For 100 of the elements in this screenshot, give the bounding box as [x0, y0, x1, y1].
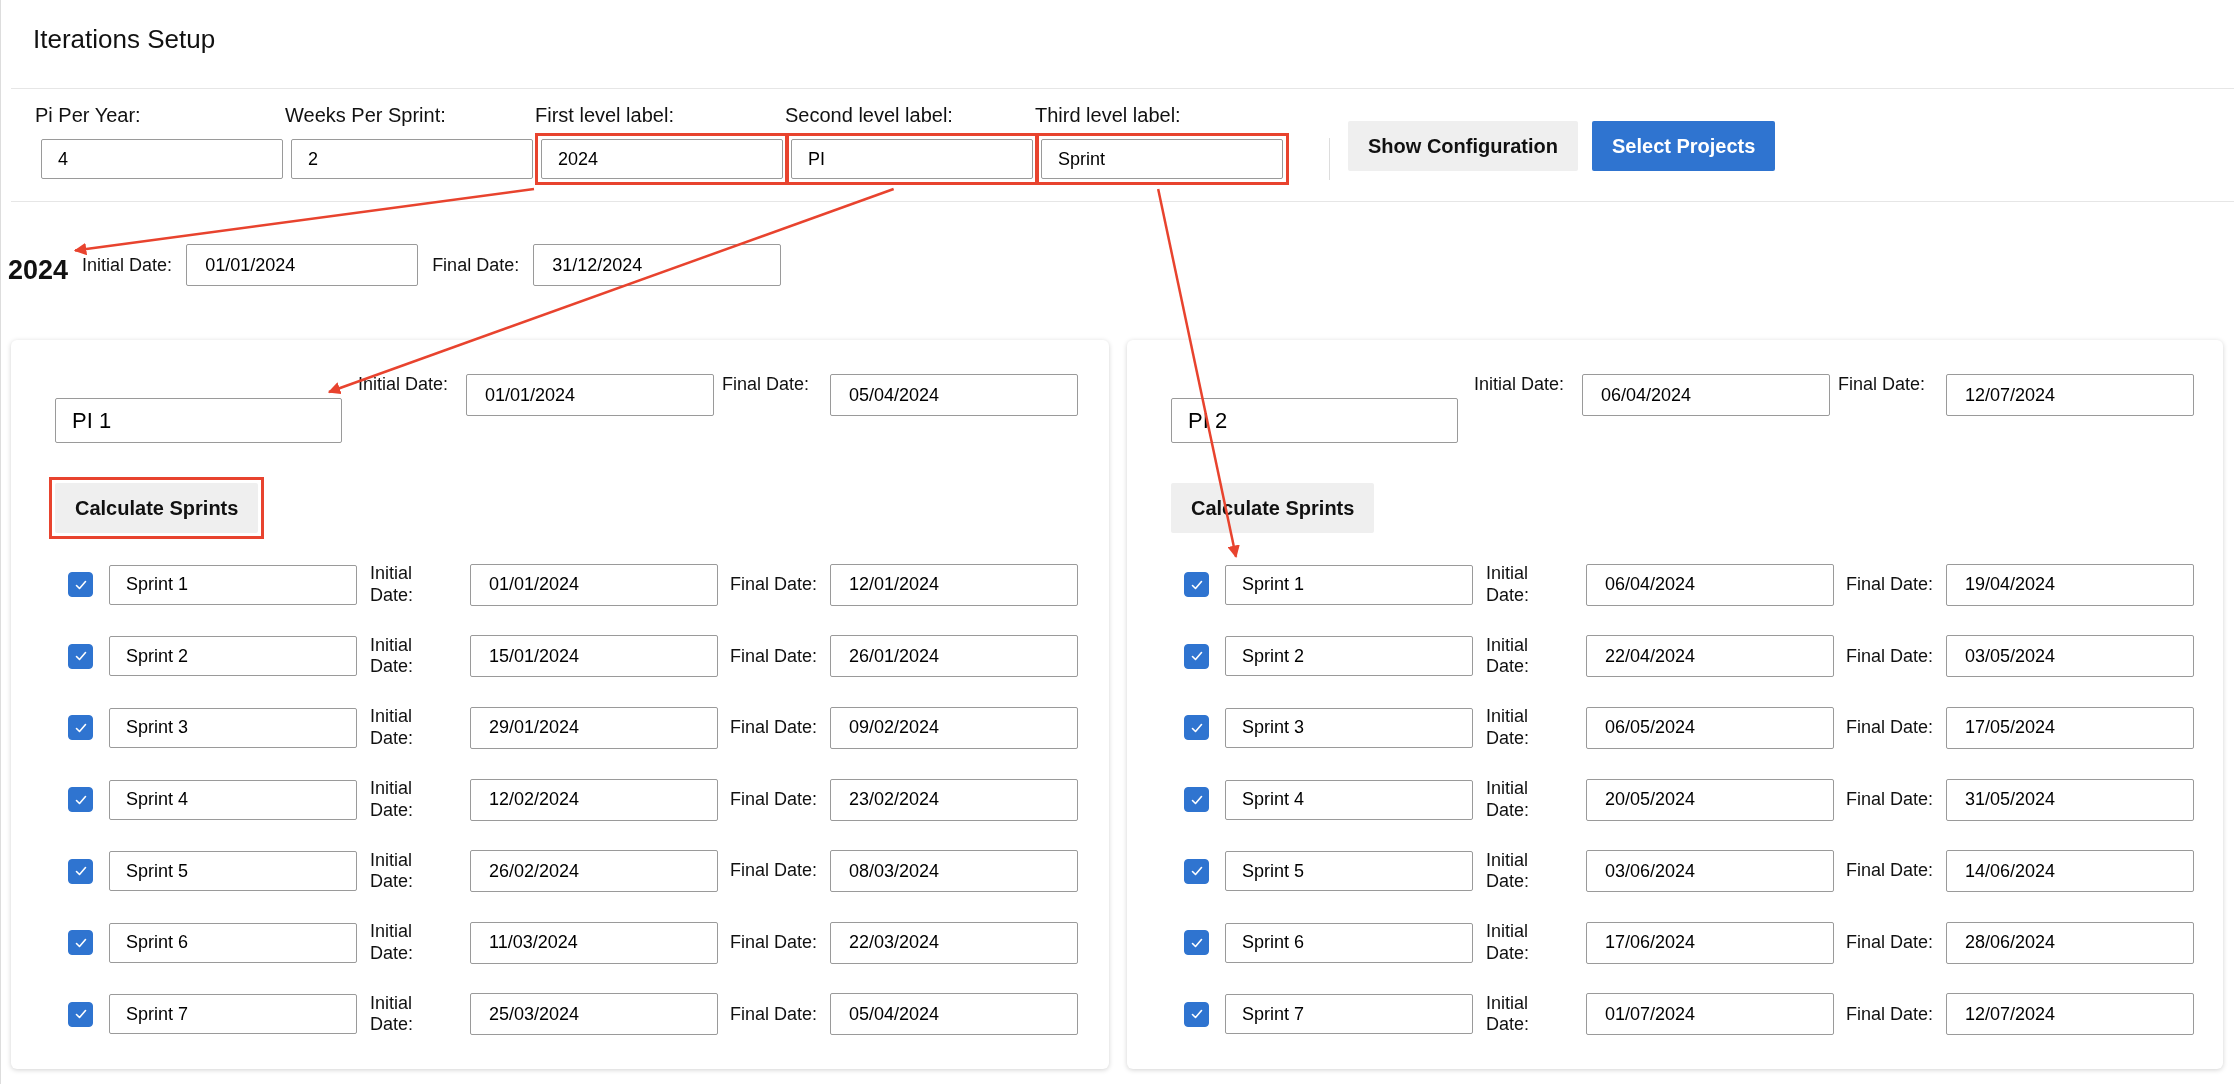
checkbox[interactable] [68, 643, 93, 669]
date-field[interactable]: 06/04/2024 [1582, 374, 1830, 416]
date-field[interactable]: 06/05/2024 [1586, 707, 1834, 749]
field-label: Weeks Per Sprint: [285, 104, 447, 127]
name-field[interactable]: Sprint 1 [1225, 564, 1473, 605]
date-field[interactable]: 12/01/2024 [830, 563, 1078, 606]
field-label: Initial Date: [370, 992, 415, 1036]
date-field[interactable]: 08/03/2024 [830, 850, 1078, 893]
field-label: Initial Date: [1486, 992, 1531, 1036]
name-field[interactable]: Sprint 4 [109, 779, 357, 820]
checkbox[interactable] [1184, 787, 1209, 813]
checkbox[interactable] [1184, 572, 1209, 598]
field-label: Final Date: [730, 645, 819, 668]
field-label: Initial Date: [370, 849, 415, 893]
field-label: Initial Date: [370, 921, 415, 965]
date-field[interactable]: 03/05/2024 [1946, 635, 2194, 678]
checkbox[interactable] [68, 572, 93, 598]
field-label: Final Date: [730, 717, 819, 739]
field-label: Second level label: [785, 104, 954, 127]
checkbox[interactable] [1184, 715, 1209, 741]
field-label: Final Date: [432, 254, 520, 276]
text-field[interactable]: 2 [291, 139, 533, 179]
checkbox[interactable] [1184, 1001, 1209, 1027]
date-field[interactable]: 23/02/2024 [830, 778, 1078, 821]
field-label: Final Date: [1846, 860, 1935, 882]
date-field[interactable]: 05/04/2024 [830, 993, 1078, 1036]
date-field[interactable]: 19/04/2024 [1946, 563, 2194, 606]
name-field[interactable]: Sprint 7 [109, 994, 357, 1035]
field-label: First level label: [535, 104, 675, 127]
name-field[interactable]: Sprint 6 [109, 922, 357, 963]
date-field[interactable]: 26/01/2024 [830, 635, 1078, 678]
date-field[interactable]: 29/01/2024 [470, 707, 718, 749]
date-field[interactable]: 01/01/2024 [470, 563, 718, 606]
name-field[interactable]: Sprint 6 [1225, 922, 1473, 963]
name-field[interactable]: Sprint 5 [109, 851, 357, 892]
name-field[interactable]: Sprint 1 [109, 564, 357, 605]
date-field[interactable]: 12/02/2024 [470, 778, 718, 821]
field-label: Initial Date: [1486, 849, 1531, 893]
field-label: Final Date: [730, 860, 819, 882]
checkbox[interactable] [68, 787, 93, 813]
date-field[interactable]: 15/01/2024 [470, 635, 718, 678]
date-field[interactable]: 01/01/2024 [186, 244, 419, 286]
date-field[interactable]: 12/07/2024 [1946, 993, 2194, 1036]
name-field[interactable]: Sprint 2 [1225, 636, 1473, 677]
name-field[interactable]: Sprint 3 [109, 708, 357, 748]
field-label: Final Date: [1846, 645, 1935, 668]
field-label: Initial Date: [370, 778, 415, 822]
name-field[interactable]: Sprint 7 [1225, 994, 1473, 1035]
field-label: Final Date: [730, 574, 819, 596]
field-label: Initial Date: [82, 254, 173, 276]
field-label: Initial Date: [370, 634, 415, 678]
checkbox[interactable] [68, 930, 93, 956]
date-field[interactable]: 22/04/2024 [1586, 635, 1834, 678]
field-label: Final Date: [1846, 1003, 1935, 1026]
date-field[interactable]: 09/02/2024 [830, 707, 1078, 749]
name-field[interactable]: Sprint 3 [1225, 708, 1473, 748]
text-field[interactable]: 2024 [541, 139, 783, 179]
date-field[interactable]: 22/03/2024 [830, 921, 1078, 964]
checkbox[interactable] [68, 1001, 93, 1027]
checkbox[interactable] [1184, 930, 1209, 956]
date-field[interactable]: 28/06/2024 [1946, 921, 2194, 964]
date-field[interactable]: 06/04/2024 [1586, 563, 1834, 606]
date-field[interactable]: 01/07/2024 [1586, 993, 1834, 1036]
checkbox[interactable] [68, 715, 93, 741]
date-field[interactable]: 17/05/2024 [1946, 707, 2194, 749]
date-field[interactable]: 25/03/2024 [470, 993, 718, 1036]
field-label: Initial Date: [1486, 634, 1531, 678]
year-heading: 2024 [8, 254, 69, 286]
name-field[interactable]: Sprint 4 [1225, 779, 1473, 820]
name-field[interactable]: PI 1 [55, 398, 342, 443]
checkbox[interactable] [1184, 858, 1209, 884]
field-label: Final Date: [730, 1003, 819, 1026]
date-field[interactable]: 26/02/2024 [470, 850, 718, 893]
page-title: Iterations Setup [11, 0, 2234, 89]
field-label: Final Date: [1846, 788, 1935, 811]
text-field[interactable]: Sprint [1041, 139, 1283, 179]
select-projects-button[interactable]: Select Projects [1592, 121, 1776, 171]
date-field[interactable]: 12/07/2024 [1946, 374, 2194, 416]
text-field[interactable]: 4 [41, 139, 283, 179]
date-field[interactable]: 31/12/2024 [533, 244, 782, 286]
date-field[interactable]: 05/04/2024 [830, 374, 1078, 416]
field-label: Pi Per Year: [35, 104, 142, 127]
date-field[interactable]: 14/06/2024 [1946, 850, 2194, 893]
calculate-sprints-button[interactable]: Calculate Sprints [55, 483, 259, 533]
name-field[interactable]: Sprint 2 [109, 636, 357, 677]
show-configuration-button[interactable]: Show Configuration [1348, 121, 1578, 171]
field-label: Initial Date: [1486, 921, 1531, 965]
date-field[interactable]: 01/01/2024 [466, 374, 714, 416]
field-label: Final Date: [730, 931, 819, 954]
date-field[interactable]: 20/05/2024 [1586, 778, 1834, 821]
date-field[interactable]: 03/06/2024 [1586, 850, 1834, 893]
date-field[interactable]: 31/05/2024 [1946, 778, 2194, 821]
field-label: Initial Date: [1486, 778, 1531, 822]
date-field[interactable]: 11/03/2024 [470, 921, 718, 964]
checkbox[interactable] [1184, 643, 1209, 669]
text-field[interactable]: PI [791, 139, 1033, 179]
field-label: Final Date: [1838, 374, 1927, 396]
name-field[interactable]: Sprint 5 [1225, 851, 1473, 892]
date-field[interactable]: 17/06/2024 [1586, 921, 1834, 964]
checkbox[interactable] [68, 858, 93, 884]
